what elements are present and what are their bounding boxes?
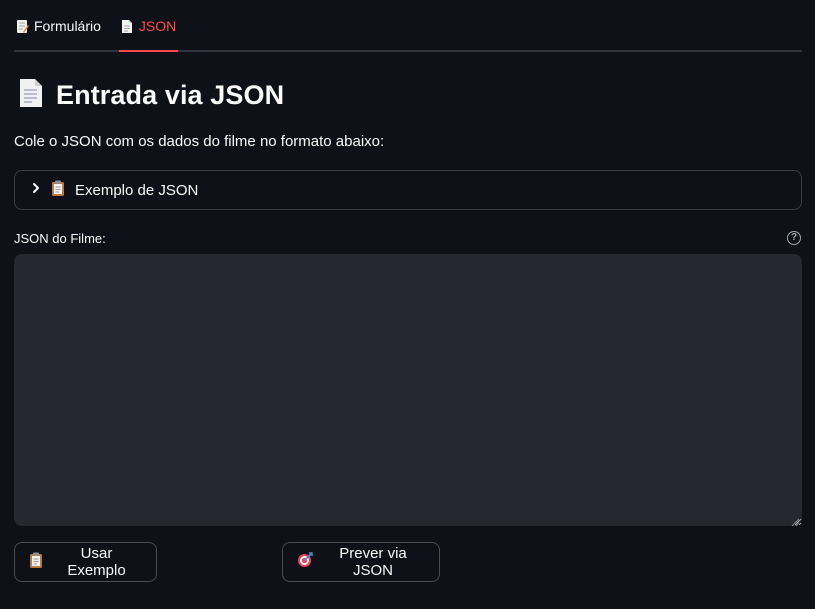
memo-icon	[16, 19, 29, 34]
json-field-label-row: JSON do Filme: ?	[14, 229, 802, 247]
resize-handle-icon[interactable]	[790, 514, 800, 527]
clipboard-icon	[29, 552, 43, 572]
expander-label: Exemplo de JSON	[75, 181, 199, 199]
json-input[interactable]	[14, 254, 802, 526]
clipboard-icon	[51, 180, 65, 201]
target-icon	[297, 552, 313, 572]
chevron-right-icon	[31, 181, 41, 199]
predict-json-label: Prever via JSON	[339, 545, 407, 579]
json-field-label: JSON do Filme:	[14, 230, 106, 246]
tab-json-label: JSON	[138, 18, 177, 34]
help-icon[interactable]: ?	[787, 231, 801, 245]
tab-formulario[interactable]: Formulário	[14, 2, 103, 50]
page-header: Entrada via JSON	[18, 78, 284, 113]
predict-json-button[interactable]: Prever via JSON	[282, 542, 440, 582]
json-example-expander[interactable]: Exemplo de JSON	[14, 170, 802, 210]
use-example-button[interactable]: Usar Exemplo	[14, 542, 157, 582]
tab-formulario-label: Formulário	[34, 18, 101, 34]
app-page: Formulário JSON Entrada via JSON Cole o …	[0, 0, 815, 609]
tab-bar: Formulário JSON	[14, 0, 802, 52]
page-subtitle: Cole o JSON com os dados do filme no for…	[14, 133, 385, 150]
tab-json[interactable]: JSON	[118, 2, 179, 52]
use-example-label: Usar Exemplo	[67, 545, 126, 579]
page-facing-up-icon	[18, 78, 44, 113]
page-title: Entrada via JSON	[56, 80, 285, 110]
page-icon	[121, 19, 134, 34]
